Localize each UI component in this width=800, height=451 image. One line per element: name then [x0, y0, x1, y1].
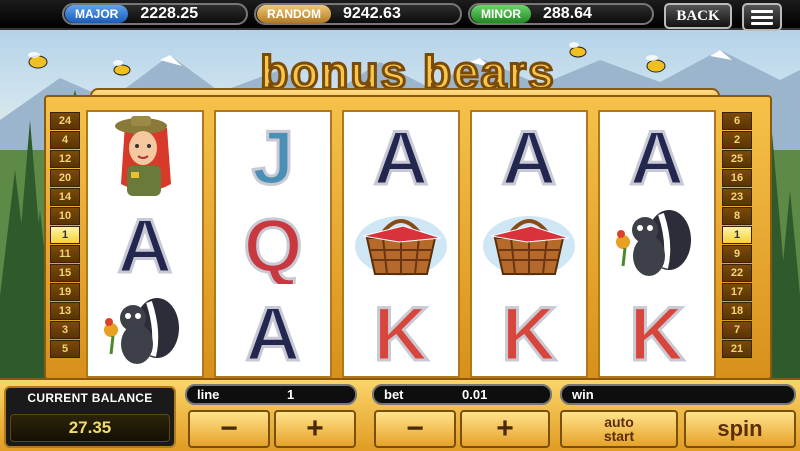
line-value: 1	[287, 387, 295, 402]
payline-right-8[interactable]: 8	[722, 207, 752, 225]
major-jackpot: MAJOR 2228.25	[62, 3, 248, 25]
line-plus-button[interactable]: +	[274, 410, 356, 448]
svg-text:Q: Q	[243, 204, 302, 284]
skunk-icon	[88, 288, 202, 376]
payline-right-25[interactable]: 25	[722, 150, 752, 168]
payline-left-13[interactable]: 13	[50, 302, 80, 320]
win-display: win	[560, 384, 796, 405]
reel-4: AK	[470, 110, 588, 378]
bet-minus-button[interactable]: −	[374, 410, 456, 448]
payline-right-17[interactable]: 17	[722, 283, 752, 301]
payline-left-5[interactable]: 5	[50, 340, 80, 358]
line-display: line 1	[185, 384, 357, 405]
bet-plus-button[interactable]: +	[460, 410, 550, 448]
symbol-a-icon: A	[88, 200, 202, 288]
payline-right-21[interactable]: 21	[722, 340, 752, 358]
svg-text:A: A	[502, 116, 557, 196]
payline-right-1[interactable]: 1	[722, 226, 752, 244]
symbol-q-icon: Q	[216, 200, 330, 288]
symbol-k-icon: K	[344, 288, 458, 376]
line-label: line	[197, 387, 220, 402]
svg-text:K: K	[374, 292, 429, 372]
payline-left-19[interactable]: 19	[50, 283, 80, 301]
symbol-k-icon: K	[600, 288, 714, 376]
minor-jackpot-value: 288.64	[543, 5, 592, 22]
payline-column-left: 24 4 12 20 14 10 1 11 15 19 13 3 5	[50, 112, 80, 358]
payline-right-7[interactable]: 7	[722, 321, 752, 339]
svg-text:A: A	[246, 292, 301, 372]
reel-1: A	[86, 110, 204, 378]
payline-right-18[interactable]: 18	[722, 302, 752, 320]
random-jackpot: RANDOM 9242.63	[254, 3, 462, 25]
payline-right-2[interactable]: 2	[722, 131, 752, 149]
symbol-a-icon: A	[344, 112, 458, 200]
svg-text:J: J	[252, 116, 294, 196]
auto-start-label-1: auto	[604, 414, 634, 430]
reel-5: AK	[598, 110, 716, 378]
reel-3: AK	[342, 110, 460, 378]
symbol-k-icon: K	[472, 288, 586, 376]
symbol-j-icon: J	[216, 112, 330, 200]
payline-left-14[interactable]: 14	[50, 188, 80, 206]
bet-display: bet 0.01	[372, 384, 552, 405]
svg-text:K: K	[630, 292, 685, 372]
major-jackpot-label: MAJOR	[65, 5, 129, 23]
picnic-basket-icon	[472, 200, 586, 288]
payline-left-15[interactable]: 15	[50, 264, 80, 282]
payline-right-9[interactable]: 9	[722, 245, 752, 263]
random-jackpot-value: 9242.63	[343, 5, 401, 22]
back-button[interactable]: BACK	[664, 3, 732, 29]
payline-left-24[interactable]: 24	[50, 112, 80, 130]
payline-right-22[interactable]: 22	[722, 264, 752, 282]
payline-left-11[interactable]: 11	[50, 245, 80, 263]
svg-text:A: A	[630, 116, 685, 196]
random-jackpot-label: RANDOM	[257, 5, 331, 23]
bet-value: 0.01	[462, 387, 488, 402]
minor-jackpot-label: MINOR	[471, 5, 531, 23]
payline-left-3[interactable]: 3	[50, 321, 80, 339]
payline-left-4[interactable]: 4	[50, 131, 80, 149]
ranger-girl-icon	[88, 112, 202, 200]
skunk-icon	[600, 200, 714, 288]
hamburger-menu-icon[interactable]	[742, 3, 782, 31]
reel-2: JQA	[214, 110, 332, 378]
payline-right-6[interactable]: 6	[722, 112, 752, 130]
payline-column-right: 6 2 25 16 23 8 1 9 22 17 18 7 21	[722, 112, 752, 358]
win-label: win	[572, 387, 594, 402]
svg-text:A: A	[118, 204, 173, 284]
bet-label: bet	[384, 387, 404, 402]
picnic-basket-icon	[344, 200, 458, 288]
auto-start-button[interactable]: auto start	[560, 410, 678, 448]
symbol-a-icon: A	[472, 112, 586, 200]
major-jackpot-value: 2228.25	[140, 5, 199, 22]
svg-text:K: K	[502, 292, 557, 372]
svg-text:A: A	[374, 116, 429, 196]
auto-start-label-2: start	[603, 428, 635, 444]
balance-label: CURRENT BALANCE	[27, 391, 153, 405]
payline-right-16[interactable]: 16	[722, 169, 752, 187]
minor-jackpot: MINOR 288.64	[468, 3, 654, 25]
symbol-a-icon: A	[216, 288, 330, 376]
payline-left-10[interactable]: 10	[50, 207, 80, 225]
balance-value: 27.35	[10, 414, 170, 442]
payline-left-20[interactable]: 20	[50, 169, 80, 187]
spin-button[interactable]: spin	[684, 410, 796, 448]
payline-left-12[interactable]: 12	[50, 150, 80, 168]
payline-right-23[interactable]: 23	[722, 188, 752, 206]
line-minus-button[interactable]: −	[188, 410, 270, 448]
symbol-a-icon: A	[600, 112, 714, 200]
payline-left-1[interactable]: 1	[50, 226, 80, 244]
